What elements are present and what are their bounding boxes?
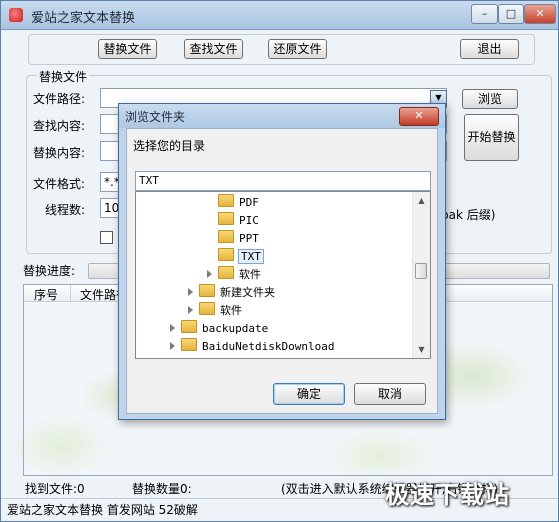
title-bar[interactable]: 爱站之家文本替换 – □ ✕ [1,1,558,30]
tree-item[interactable]: PPT [207,230,259,248]
minimize-button[interactable]: – [471,4,498,24]
find-content-label: 查找内容: [33,119,86,133]
tree-item-label: TXT [238,249,264,264]
start-replace-button[interactable]: 开始替换 [464,114,519,161]
folder-icon [218,248,234,261]
find-files-button[interactable]: 查找文件 [184,39,243,59]
expand-arrow-icon[interactable] [207,270,212,278]
main-window: 爱站之家文本替换 – □ ✕ 替换文件 查找文件 还原文件 退出 替换文件 文件… [0,0,559,522]
threads-label: 线程数: [45,203,86,217]
tree-item-label: 软件 [220,304,242,317]
folder-icon [199,284,215,297]
restore-files-button[interactable]: 还原文件 [268,39,327,59]
tree-item-label: 新建文件夹 [220,286,275,299]
cancel-button[interactable]: 取消 [354,383,426,405]
replace-content-label: 替换内容: [33,146,86,160]
folder-icon [218,230,234,243]
exit-button[interactable]: 退出 [460,39,519,59]
folder-path-input[interactable]: TXT [135,171,431,191]
tree-item-label: PIC [239,214,259,227]
tree-item[interactable]: TXT [207,248,264,266]
tree-item[interactable]: PDF [207,194,259,212]
watermark-logo: 极速下载站 [385,481,510,509]
tree-item-label: PPT [239,232,259,245]
folder-icon [218,194,234,207]
tree-item-label: 软件 [239,268,261,281]
browse-folder-dialog: 浏览文件夹 ✕ 选择您的目录 TXT BaiduNetdiskDownload b… [118,103,446,420]
dialog-title: 浏览文件夹 [125,110,186,124]
expand-arrow-icon[interactable] [188,288,193,296]
backup-suffix-text: bak 后缀) [441,208,496,222]
tree-item[interactable]: 软件 [188,302,242,320]
expand-arrow-icon[interactable] [188,306,193,314]
folder-icon [218,266,234,279]
file-format-label: 文件格式: [33,177,86,191]
window-title: 爱站之家文本替换 [31,11,136,26]
browse-button[interactable]: 浏览 [462,89,518,109]
replace-files-button[interactable]: 替换文件 [98,39,157,59]
tree-item-label: PDF [239,196,259,209]
tree-item[interactable]: 软件 [207,266,261,284]
expand-arrow-icon[interactable] [170,342,175,350]
progress-label: 替换进度: [23,264,76,278]
close-button[interactable]: ✕ [524,4,556,24]
backup-checkbox[interactable] [100,231,113,244]
tree-item-label: BaiduNetdiskDownload [202,340,335,353]
scroll-up-arrow-icon[interactable]: ▲ [413,192,430,209]
folder-icon [218,212,234,225]
replaced-count-text: 替换数量0: [132,482,192,496]
ok-button[interactable]: 确定 [273,383,345,405]
group-title: 替换文件 [37,68,90,85]
folder-tree[interactable]: BaiduNetdiskDownload backupdate 软件 新建文件夹 软件 T… [135,191,431,359]
footer-text: 爱站之家文本替换 首发网站 52破解 [7,503,198,517]
tree-item[interactable]: PIC [207,212,259,230]
app-icon [9,8,23,22]
dialog-body: 选择您的目录 TXT BaiduNetdiskDownload backupdat… [126,128,438,414]
dialog-title-bar[interactable]: 浏览文件夹 ✕ [119,104,445,128]
folder-icon [181,320,197,333]
tree-item[interactable]: BaiduNetdiskDownload [170,338,334,356]
folder-icon [181,338,197,351]
maximize-button[interactable]: □ [498,4,524,24]
tree-scrollbar[interactable]: ▲ ▼ [412,192,430,358]
found-files-text: 找到文件:0 [25,482,85,496]
tree-item[interactable]: backupdate [170,320,268,338]
scroll-down-arrow-icon[interactable]: ▼ [413,341,430,358]
file-path-label: 文件路径: [33,92,86,106]
tree-item[interactable]: 新建文件夹 [188,284,275,302]
folder-icon [199,302,215,315]
dialog-close-button[interactable]: ✕ [399,107,439,126]
dialog-prompt: 选择您的目录 [133,139,206,153]
tree-item-label: backupdate [202,322,269,335]
scroll-thumb[interactable] [415,263,427,279]
column-divider[interactable] [70,285,71,301]
expand-arrow-icon[interactable] [170,324,175,332]
column-header-index[interactable]: 序号 [34,286,58,303]
